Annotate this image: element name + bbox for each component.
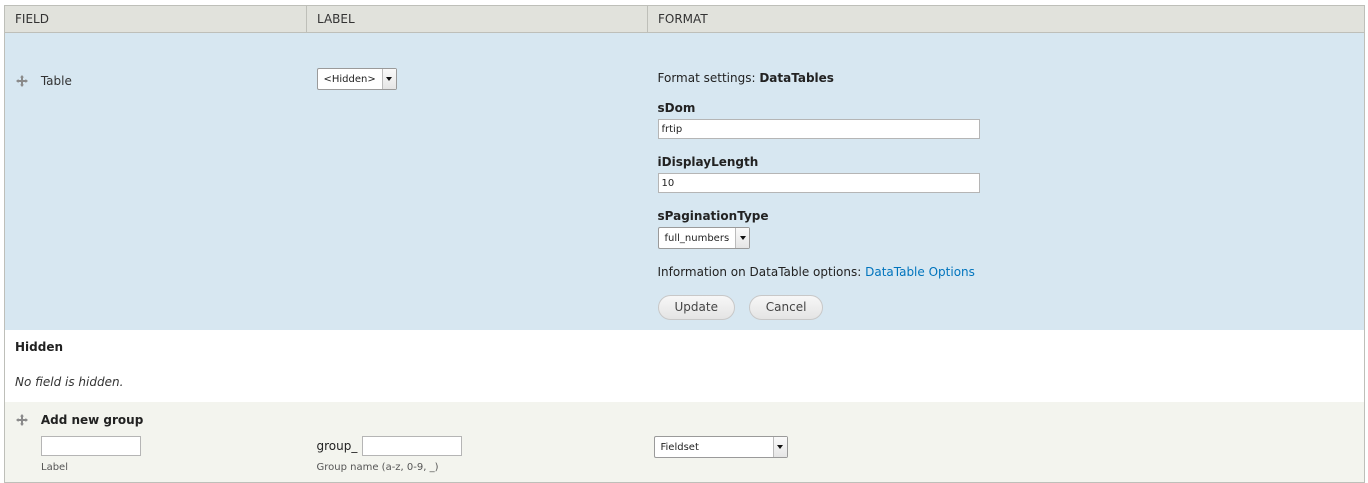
drag-handle-icon[interactable] (15, 413, 29, 427)
group-name-prefix: group_ (316, 439, 358, 453)
add-group-title: Add new group (40, 412, 144, 427)
sdom-input[interactable] (657, 119, 980, 139)
field-name-wrap: Table (15, 73, 72, 88)
datatable-options-link[interactable]: DataTable Options (865, 265, 975, 279)
label-display-select[interactable]: <Hidden> (316, 68, 397, 90)
datatable-info: Information on DataTable options: DataTa… (658, 265, 1365, 279)
info-prefix: Information on DataTable options: (657, 265, 866, 279)
label-select-value: <Hidden> (323, 73, 376, 85)
format-cell: Format settings: DataTables sDom iDispla… (647, 32, 1365, 330)
button-row: Update Cancel (657, 295, 1365, 320)
add-group-field-wrap: Add new group Label (5, 402, 307, 482)
format-settings-value: DataTables (759, 71, 834, 85)
table-header-row: Field Label Format (4, 5, 1365, 33)
format-settings-form: Format settings: DataTables sDom iDispla… (648, 33, 1365, 320)
add-group-title-wrap: Add new group (15, 412, 143, 427)
hidden-region-message: No field is hidden. (4, 362, 1365, 402)
update-button[interactable]: Update (657, 295, 735, 320)
format-settings-prefix: Format settings: (657, 71, 760, 85)
add-group-field-cell: Add new group Label (4, 402, 307, 483)
region-title-row: Hidden (4, 330, 1365, 362)
chevron-down-icon (735, 228, 750, 248)
column-header-field[interactable]: Field (4, 5, 307, 33)
hidden-region-title: Hidden (4, 330, 1365, 362)
label-cell: <Hidden> (306, 32, 648, 330)
chevron-down-icon (381, 69, 396, 89)
column-header-label[interactable]: Label (306, 5, 648, 33)
add-group-label-wrap: group_ Group name (a-z, 0-9, _) (307, 402, 648, 482)
group-name-input[interactable] (361, 436, 462, 456)
drag-handle-icon[interactable] (15, 74, 29, 88)
spaginationtype-select-value: full_numbers (664, 232, 730, 244)
add-group-format-cell: Fieldset (647, 402, 1365, 483)
format-settings-title: Format settings: DataTables (658, 71, 1365, 85)
add-group-row: Add new group Label group_ Group name (a… (4, 402, 1365, 483)
field-name: Table (40, 73, 72, 88)
idisplaylength-input[interactable] (657, 173, 980, 193)
field-cell: Table (4, 32, 307, 330)
field-cell-inner: Table (5, 33, 307, 330)
sdom-label: sDom (657, 101, 696, 115)
spaginationtype-label: sPaginationType (657, 209, 769, 223)
chevron-down-icon (772, 437, 787, 457)
region-message-row: No field is hidden. (4, 362, 1365, 402)
table-row-editing: Table <Hidden> Format settings: DataTabl… (4, 32, 1365, 330)
field-display-table: Field Label Format Table (4, 5, 1365, 483)
column-header-format[interactable]: Format (647, 5, 1365, 33)
group-format-select[interactable]: Fieldset (653, 436, 788, 458)
idisplaylength-label: iDisplayLength (657, 155, 759, 169)
group-format-select-value: Fieldset (660, 441, 699, 453)
cancel-button[interactable]: Cancel (748, 295, 824, 320)
spaginationtype-select[interactable]: full_numbers (657, 227, 751, 249)
label-select-wrap: <Hidden> (307, 33, 648, 90)
add-group-label-cell: group_ Group name (a-z, 0-9, _) (306, 402, 648, 483)
group-label-input[interactable] (41, 436, 141, 456)
add-group-format-wrap: Fieldset (648, 402, 1365, 482)
